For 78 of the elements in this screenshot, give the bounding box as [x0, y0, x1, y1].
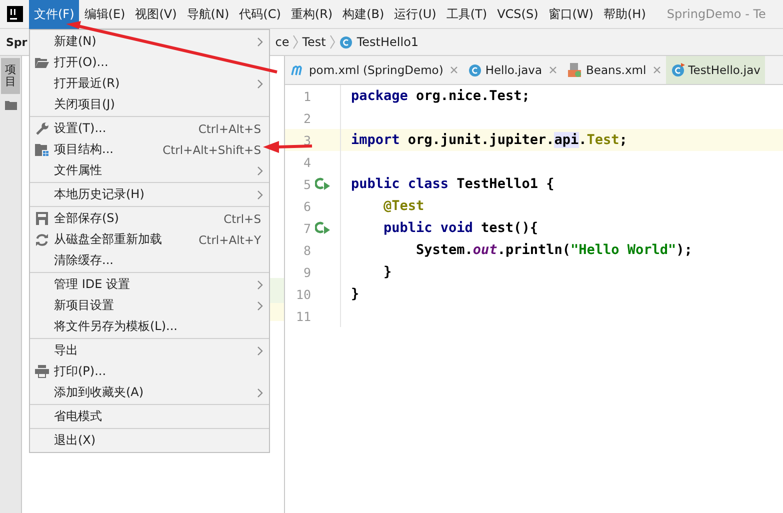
line-number: 5: [302, 176, 311, 192]
menu-item[interactable]: 省电模式: [30, 406, 269, 427]
breadcrumb-item[interactable]: ce: [275, 35, 290, 49]
editor-tab[interactable]: Beans.xml: [562, 56, 666, 84]
menu-item[interactable]: 打开最近(R): [30, 73, 269, 94]
code-line: System.out.println("Hello World");: [415, 242, 692, 258]
menu-item[interactable]: 从磁盘全部重新加载 Ctrl+Alt+Y: [30, 229, 269, 250]
breadcrumb-item[interactable]: TestHello1: [356, 35, 419, 49]
menu-item[interactable]: 新建(N): [30, 31, 269, 52]
line-number: 7: [302, 220, 311, 236]
project-tool-tab[interactable]: 项目: [1, 58, 20, 94]
editor-tab[interactable]: TestHello.jav: [666, 56, 766, 84]
menu-item[interactable]: 帮助(H): [598, 0, 651, 28]
code-line: import org.junit.jupiter.api.Test;: [351, 132, 628, 148]
folder-icon: [4, 100, 16, 110]
folder-icon: [35, 57, 49, 68]
reload-icon: [35, 232, 49, 246]
window-title: SpringDemo - Te: [666, 7, 766, 21]
menu-item[interactable]: 工具(T): [441, 0, 492, 28]
menu-item[interactable]: 清除缓存...: [30, 250, 269, 271]
line-number: 8: [302, 242, 311, 258]
run-test-icon[interactable]: [315, 221, 331, 235]
menu-item[interactable]: 新项目设置: [30, 295, 269, 316]
breadcrumb-item[interactable]: Test: [302, 35, 326, 49]
menu-item[interactable]: 视图(V): [130, 0, 182, 28]
breadcrumb-item[interactable]: Spr: [6, 36, 28, 48]
menu-item[interactable]: 将文件另存为模板(L)...: [30, 316, 269, 337]
line-number: 6: [302, 198, 311, 214]
menu-item[interactable]: 打印(P)...: [30, 361, 269, 382]
code-line: public class TestHello1 {: [351, 176, 554, 192]
menu-item[interactable]: 项目结构... Ctrl+Alt+Shift+S: [30, 139, 269, 160]
menu-item[interactable]: 退出(X): [30, 430, 269, 451]
line-number: 2: [302, 110, 311, 126]
code-line: package org.nice.Test;: [351, 88, 530, 104]
close-icon[interactable]: [653, 66, 662, 74]
line-number: 3: [302, 132, 311, 148]
class-icon: [338, 35, 353, 49]
folder-grid-icon: [35, 144, 49, 156]
menu-item[interactable]: 运行(U): [389, 0, 442, 28]
menu-item[interactable]: 设置(T)... Ctrl+Alt+S: [30, 118, 269, 139]
chevron-icon: [293, 35, 298, 49]
app-logo-icon: [7, 6, 23, 22]
menu-item[interactable]: 文件(F): [29, 0, 80, 28]
menu-item[interactable]: 全部保存(S) Ctrl+S: [30, 208, 269, 229]
menu-item[interactable]: 添加到收藏夹(A): [30, 382, 269, 403]
class-icon: [468, 63, 482, 77]
menu-item[interactable]: 本地历史记录(H): [30, 184, 269, 205]
chevron-icon: [330, 35, 335, 49]
line-number: 10: [294, 286, 311, 302]
menu-item[interactable]: 关闭项目(J): [30, 94, 269, 115]
menu-item[interactable]: 代码(C): [234, 0, 286, 28]
run-test-icon[interactable]: [315, 177, 331, 191]
close-icon[interactable]: [450, 66, 458, 74]
menu-item[interactable]: 导出: [30, 340, 269, 361]
menu-item[interactable]: 打开(O)...: [30, 52, 269, 73]
editor-tab[interactable]: pom.xml (SpringDemo): [285, 56, 464, 84]
line-number: 11: [294, 308, 311, 324]
code-line: @Test: [382, 198, 424, 214]
code-line: public void test(){: [382, 220, 538, 236]
menu-item[interactable]: 窗口(W): [543, 0, 598, 28]
menu-item[interactable]: 导航(N): [182, 0, 234, 28]
menu-item[interactable]: 编辑(E): [79, 0, 130, 28]
class-icon: [671, 63, 686, 77]
editor-tab[interactable]: Hello.java: [463, 56, 562, 84]
menu-item[interactable]: 管理 IDE 设置: [30, 274, 269, 295]
printer-icon: [35, 365, 49, 378]
line-number: 4: [302, 154, 311, 170]
wrench-icon: [35, 122, 49, 136]
xml-file-icon: [567, 62, 584, 78]
line-number: 9: [302, 264, 311, 280]
close-icon[interactable]: [549, 66, 558, 74]
menu-item[interactable]: 文件属性: [30, 160, 269, 181]
line-number: 1: [302, 88, 311, 104]
menu-item[interactable]: 构建(B): [338, 0, 390, 28]
code-line: }: [382, 264, 392, 280]
code-line: }: [351, 286, 360, 302]
menu-item[interactable]: 重构(R): [286, 0, 338, 28]
menu-item[interactable]: VCS(S): [492, 0, 544, 28]
